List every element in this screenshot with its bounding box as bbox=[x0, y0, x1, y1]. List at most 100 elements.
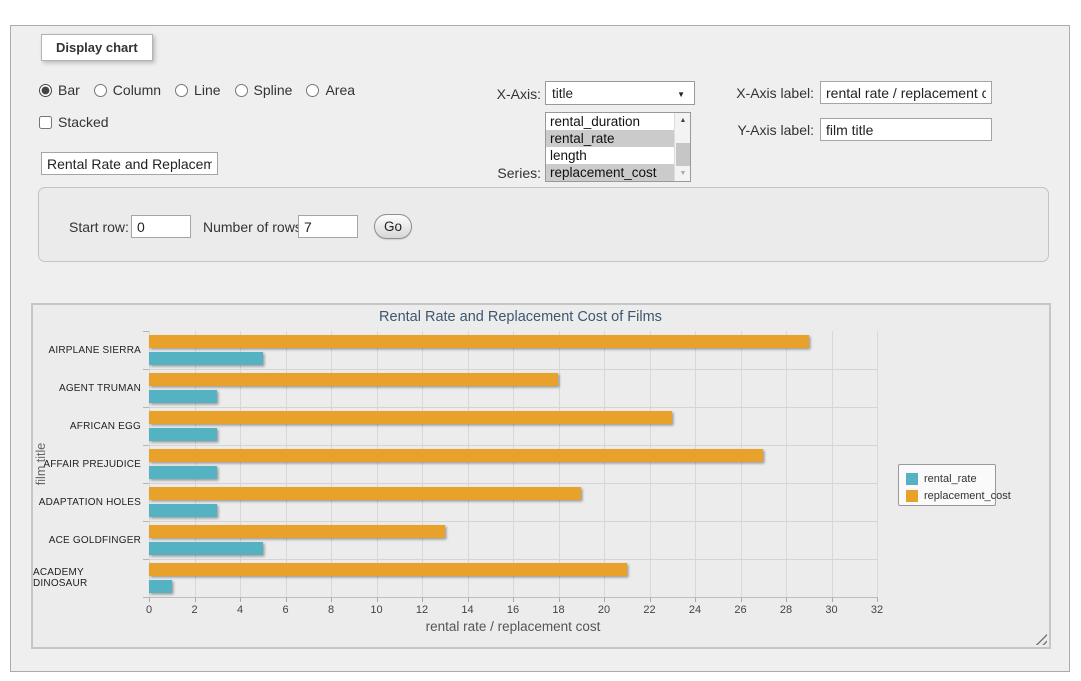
x-axis-tick-label: 24 bbox=[677, 604, 713, 616]
x-axis-tick bbox=[786, 598, 787, 602]
grid-line-vertical bbox=[377, 331, 378, 597]
series-scrollbar[interactable]: ▲ ▼ bbox=[674, 113, 690, 181]
x-axis-tick-label: 6 bbox=[268, 604, 304, 616]
plot-area bbox=[149, 331, 877, 597]
series-option-length[interactable]: length bbox=[546, 147, 675, 164]
radio-spline[interactable] bbox=[235, 84, 248, 97]
radio-bar[interactable] bbox=[39, 84, 52, 97]
x-axis-tick-label: 22 bbox=[632, 604, 668, 616]
bar-replacement_cost[interactable] bbox=[149, 525, 445, 538]
grid-line-vertical bbox=[741, 331, 742, 597]
chevron-down-icon: ▼ bbox=[677, 90, 685, 99]
bar-replacement_cost[interactable] bbox=[149, 411, 672, 424]
category-label: ACADEMY DINOSAUR bbox=[33, 559, 141, 597]
grid-line-vertical bbox=[695, 331, 696, 597]
chart-title-input[interactable] bbox=[41, 152, 218, 175]
radio-spline-label[interactable]: Spline bbox=[254, 82, 293, 98]
grid-line-vertical bbox=[786, 331, 787, 597]
y-axis-tick bbox=[143, 521, 149, 522]
radio-area[interactable] bbox=[306, 84, 319, 97]
x-axis-tick-label: 28 bbox=[768, 604, 804, 616]
category-label: AFFAIR PREJUDICE bbox=[33, 445, 141, 483]
x-axis-tick bbox=[468, 598, 469, 602]
category-label: ACE GOLDFINGER bbox=[33, 521, 141, 559]
y-axis-title: film title bbox=[34, 394, 48, 534]
bar-rental_rate[interactable] bbox=[149, 352, 263, 365]
grid-line-vertical bbox=[240, 331, 241, 597]
fieldset-legend: Display chart bbox=[41, 34, 153, 61]
legend-swatch-replacement-cost bbox=[906, 490, 918, 502]
go-button[interactable]: Go bbox=[374, 214, 412, 239]
grid-line-horizontal bbox=[149, 445, 877, 446]
grid-line-vertical bbox=[422, 331, 423, 597]
bar-replacement_cost[interactable] bbox=[149, 373, 558, 386]
x-axis-label-input[interactable] bbox=[820, 81, 992, 104]
start-row-input[interactable] bbox=[131, 215, 191, 238]
x-axis-tick-label: 26 bbox=[723, 604, 759, 616]
display-chart-fieldset: Display chart Bar Column Line Spline Are… bbox=[10, 25, 1070, 672]
series-option-rental-rate[interactable]: rental_rate bbox=[546, 130, 675, 147]
series-option-replacement-cost[interactable]: replacement_cost bbox=[546, 164, 675, 181]
radio-area-label[interactable]: Area bbox=[325, 82, 355, 98]
bar-replacement_cost[interactable] bbox=[149, 335, 809, 348]
bar-replacement_cost[interactable] bbox=[149, 449, 763, 462]
category-label: AFRICAN EGG bbox=[33, 407, 141, 445]
series-option-rental-duration[interactable]: rental_duration bbox=[546, 113, 675, 130]
grid-line-vertical bbox=[559, 331, 560, 597]
bar-rental_rate[interactable] bbox=[149, 542, 263, 555]
grid-line-vertical bbox=[331, 331, 332, 597]
y-axis-tick bbox=[143, 445, 149, 446]
x-axis-tick-label: 32 bbox=[859, 604, 895, 616]
scroll-up-icon[interactable]: ▲ bbox=[675, 113, 691, 128]
bar-rental_rate[interactable] bbox=[149, 428, 217, 441]
number-of-rows-input[interactable] bbox=[298, 215, 358, 238]
x-axis-tick bbox=[650, 598, 651, 602]
x-axis-tick bbox=[695, 598, 696, 602]
x-axis-selected-value: title bbox=[552, 86, 573, 101]
x-axis-tick-label: 2 bbox=[177, 604, 213, 616]
legend-item-rental-rate[interactable]: rental_rate bbox=[906, 472, 977, 485]
stacked-checkbox[interactable] bbox=[39, 116, 52, 129]
scrollbar-thumb[interactable] bbox=[676, 143, 690, 166]
radio-line[interactable] bbox=[175, 84, 188, 97]
legend-label-rental-rate: rental_rate bbox=[924, 473, 977, 485]
x-axis-tick bbox=[195, 598, 196, 602]
x-axis-select[interactable]: title ▼ bbox=[545, 81, 695, 105]
radio-bar-label[interactable]: Bar bbox=[58, 82, 80, 98]
resize-handle-icon[interactable] bbox=[1035, 633, 1047, 645]
x-axis-tick bbox=[877, 598, 878, 602]
x-axis-tick-label: 0 bbox=[131, 604, 167, 616]
x-axis-tick bbox=[513, 598, 514, 602]
stacked-label[interactable]: Stacked bbox=[58, 114, 109, 130]
bar-rental_rate[interactable] bbox=[149, 390, 217, 403]
bar-rental_rate[interactable] bbox=[149, 504, 217, 517]
bar-rental_rate[interactable] bbox=[149, 466, 217, 479]
category-label: AGENT TRUMAN bbox=[33, 369, 141, 407]
y-axis-label-input[interactable] bbox=[820, 118, 992, 141]
x-axis-tick-label: 16 bbox=[495, 604, 531, 616]
chart-title: Rental Rate and Replacement Cost of Film… bbox=[33, 309, 1008, 325]
bar-replacement_cost[interactable] bbox=[149, 487, 581, 500]
radio-line-label[interactable]: Line bbox=[194, 82, 220, 98]
y-axis-tick bbox=[143, 331, 149, 332]
x-axis-tick bbox=[331, 598, 332, 602]
grid-line-vertical bbox=[650, 331, 651, 597]
x-axis-tick bbox=[240, 598, 241, 602]
radio-column[interactable] bbox=[94, 84, 107, 97]
legend-label-replacement-cost: replacement_cost bbox=[924, 490, 1011, 502]
x-axis-tick bbox=[559, 598, 560, 602]
grid-line-horizontal bbox=[149, 369, 877, 370]
x-axis-tick-label: 4 bbox=[222, 604, 258, 616]
y-axis-label-label: Y-Axis label: bbox=[711, 122, 814, 138]
scroll-down-icon[interactable]: ▼ bbox=[675, 166, 691, 181]
chart-container: Rental Rate and Replacement Cost of Film… bbox=[31, 303, 1051, 649]
radio-column-label[interactable]: Column bbox=[113, 82, 161, 98]
bar-replacement_cost[interactable] bbox=[149, 563, 627, 576]
bar-rental_rate[interactable] bbox=[149, 580, 172, 593]
x-axis-select-label: X-Axis: bbox=[451, 86, 541, 102]
legend-item-replacement-cost[interactable]: replacement_cost bbox=[906, 489, 1011, 502]
y-axis-tick bbox=[143, 559, 149, 560]
x-axis-tick bbox=[604, 598, 605, 602]
series-listbox[interactable]: rental_duration rental_rate length repla… bbox=[545, 112, 691, 182]
y-axis-tick bbox=[143, 407, 149, 408]
